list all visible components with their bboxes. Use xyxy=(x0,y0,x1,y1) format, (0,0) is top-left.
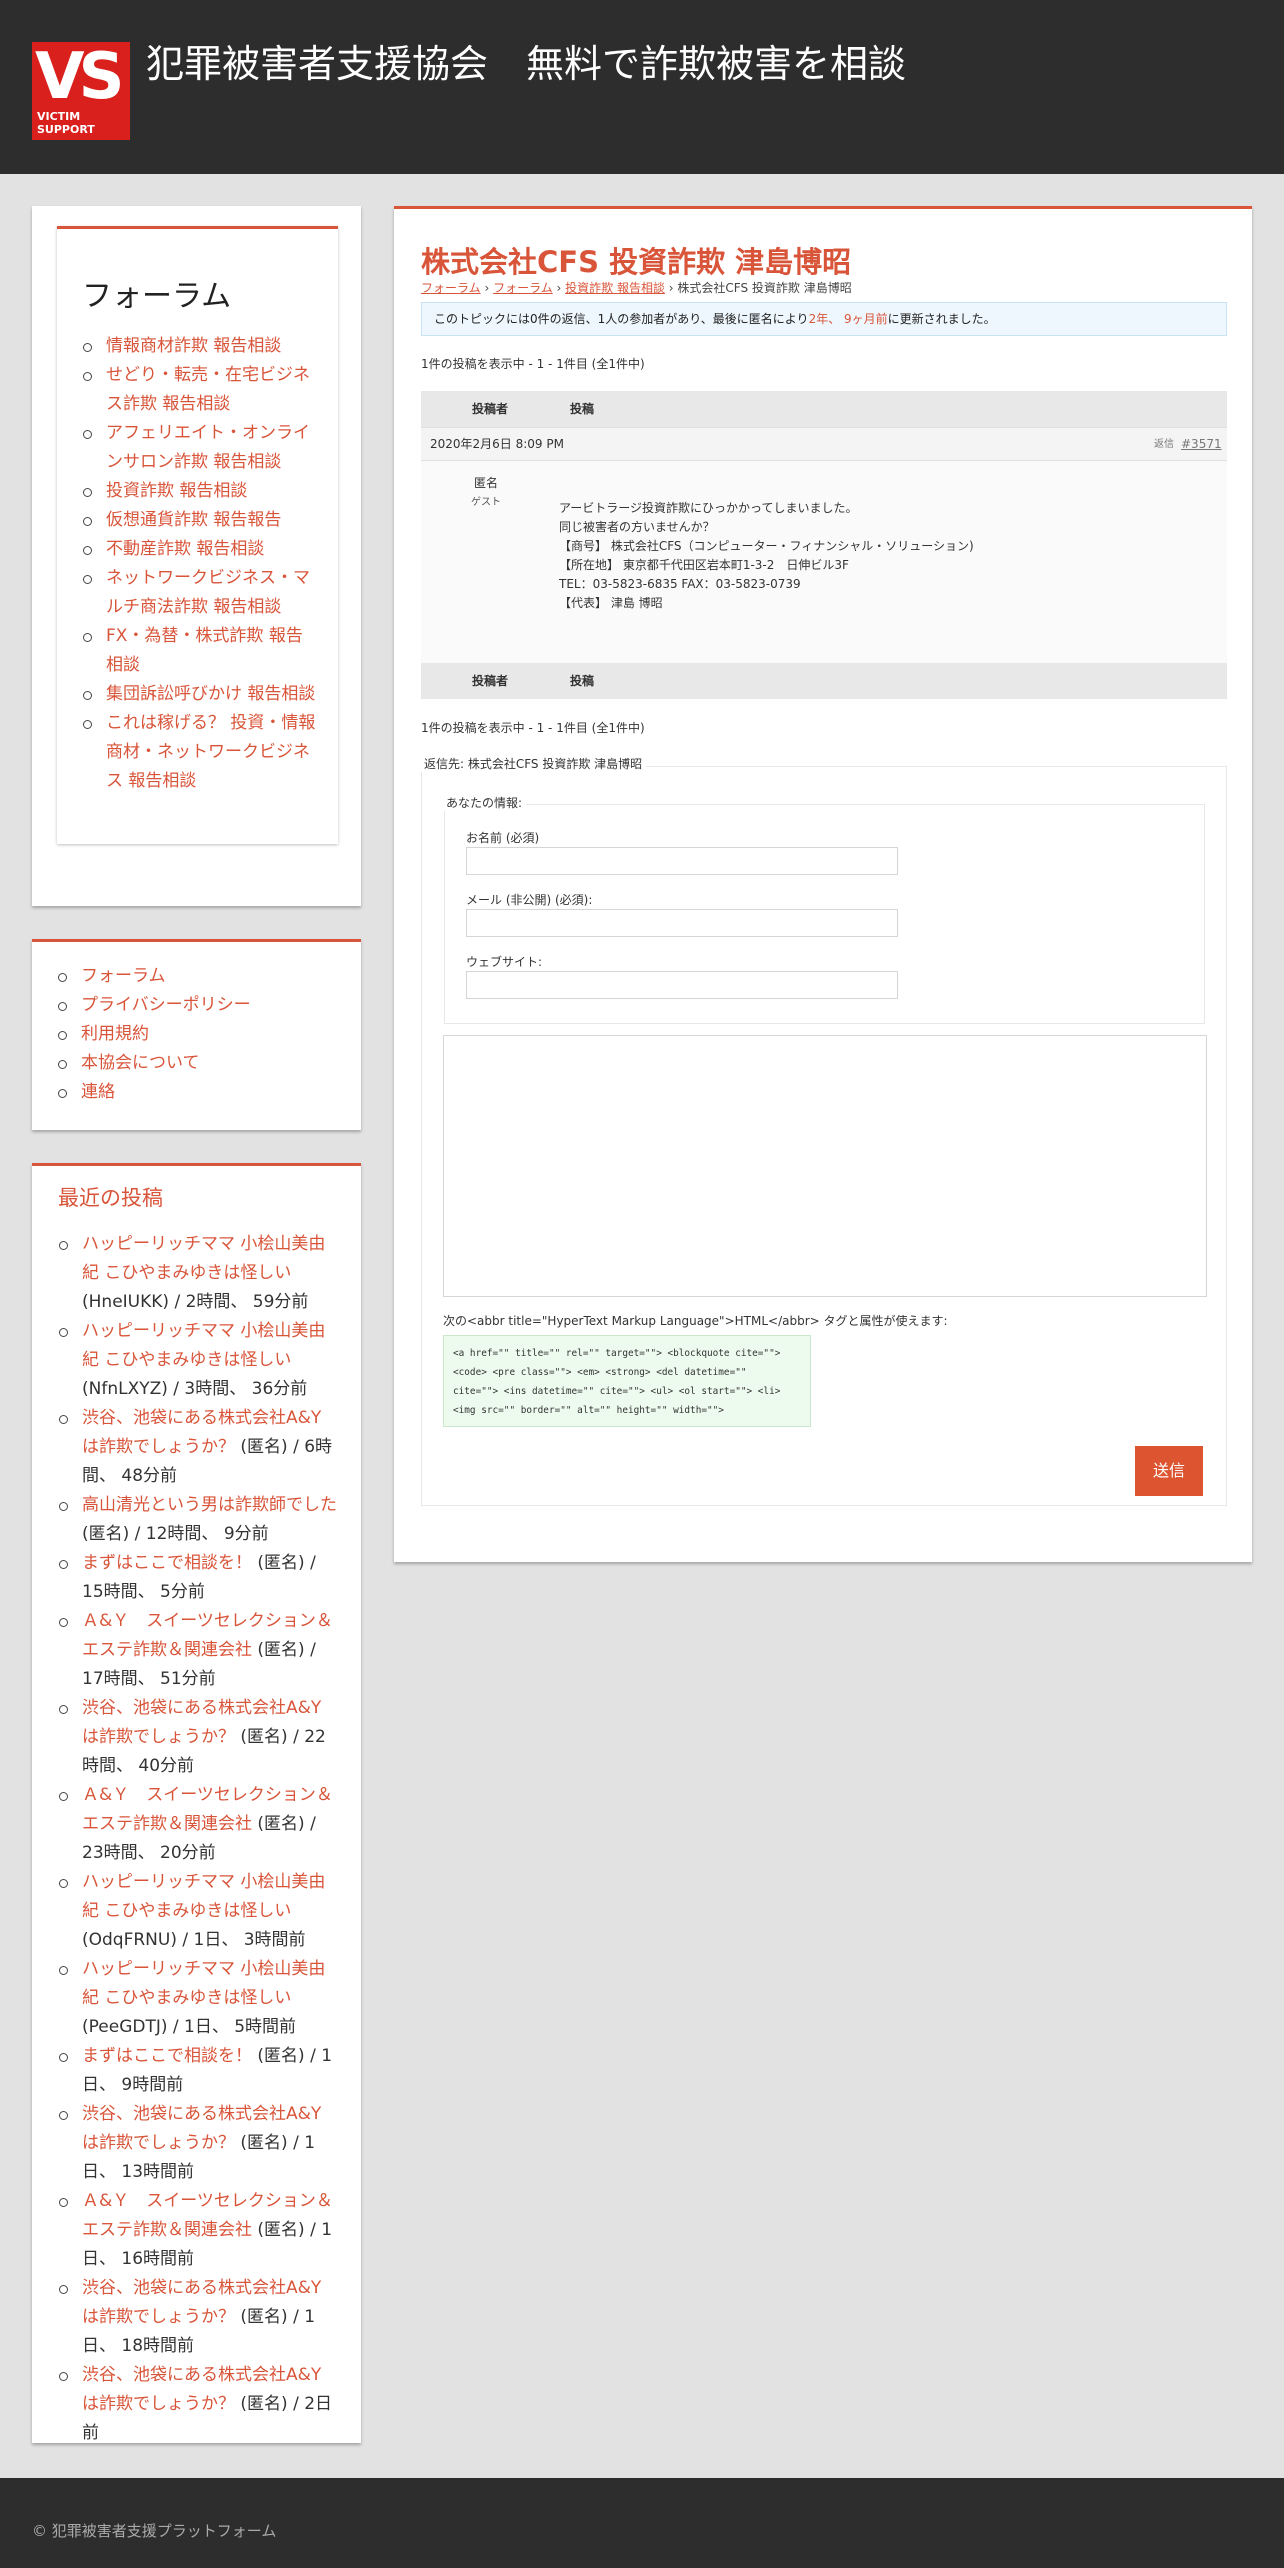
sidebar-forum-card: フォーラム 情報商材詐欺 報告相談 せどり・転売・在宅ビジネス詐欺 報告相談 ア… xyxy=(32,206,361,906)
recent-post-item: ハッピーリッチママ 小桧山美由紀 こひやまみゆきは怪しい (HneIUKK) /… xyxy=(58,1230,338,1317)
website-input[interactable] xyxy=(466,971,898,999)
sidebar-recent-card: 最近の投稿 ハッピーリッチママ 小桧山美由紀 こひやまみゆきは怪しい (HneI… xyxy=(32,1163,361,2443)
forum-list: 情報商材詐欺 報告相談 せどり・転売・在宅ビジネス詐欺 報告相談 アフェリエイト… xyxy=(82,332,317,796)
forum-list-item[interactable]: 情報商材詐欺 報告相談 xyxy=(82,332,317,361)
pagination-count-bottom: 1件の投稿を表示中 - 1 - 1件目 (全1件中) xyxy=(421,721,645,735)
reply-form-legend: 返信先: 株式会社CFS 投資詐欺 津島博昭 xyxy=(420,755,647,772)
website-label: ウェブサイト: xyxy=(466,955,543,969)
post-permalink[interactable]: #3571 xyxy=(1181,428,1222,461)
recent-post-item: 渋谷、池袋にある株式会社A&Yは詐欺でしょうか？ (匿名) / 1日、 18時間… xyxy=(58,2274,338,2361)
recent-post-link[interactable]: 高山清光という男は詐欺師でした xyxy=(82,1495,337,1515)
forum-list-item[interactable]: 投資詐欺 報告相談 xyxy=(82,477,317,506)
reply-link[interactable]: 返信 xyxy=(1154,428,1174,461)
reply-textarea[interactable] xyxy=(443,1035,1207,1297)
forum-list-item[interactable]: 仮想通貨詐欺 報告報告 xyxy=(82,506,317,535)
breadcrumb: フォーラム › フォーラム › 投資詐欺 報告相談 › 株式会社CFS 投資詐欺… xyxy=(421,281,852,295)
forum-list-item[interactable]: 集団訴訟呼びかけ 報告相談 xyxy=(82,680,317,709)
posts-table-header: 投稿者 投稿 xyxy=(421,391,1227,427)
post-body: 匿名 ゲスト アービトラージ投資詐欺にひっかかってしまいました。 同じ被害者の方… xyxy=(421,461,1227,663)
recent-post-item: Ａ&Ｙ スイーツセレクション＆エステ詐欺＆関連会社 (匿名) / 17時間、 5… xyxy=(58,1607,338,1694)
page-links-list: フォーラム プライバシーポリシー 利用規約 本協会について 連絡 xyxy=(57,962,317,1107)
recent-posts-list: ハッピーリッチママ 小桧山美由紀 こひやまみゆきは怪しい (HneIUKK) /… xyxy=(58,1230,338,2448)
your-info-legend: あなたの情報: xyxy=(442,794,527,811)
breadcrumb-link[interactable]: 投資詐欺 報告相談 xyxy=(565,281,665,295)
recent-posts-title: 最近の投稿 xyxy=(58,1186,163,1210)
post-author: 匿名 xyxy=(474,476,499,490)
topic-notice: このトピックには0件の返信、1人の参加者があり、最後に匿名により2年、 9ヶ月前… xyxy=(421,302,1227,336)
recent-post-link[interactable]: まずはここで相談を！ xyxy=(82,1553,252,1573)
recent-post-item: 渋谷、池袋にある株式会社A&Yは詐欺でしょうか？ (匿名) / 1日、 13時間… xyxy=(58,2100,338,2187)
recent-post-item: ハッピーリッチママ 小桧山美由紀 こひやまみゆきは怪しい (OdqFRNU) /… xyxy=(58,1868,338,1955)
recent-post-item: 渋谷、池袋にある株式会社A&Yは詐欺でしょうか？ (匿名) / 6時間、 48分… xyxy=(58,1404,338,1491)
recent-post-item: まずはここで相談を！ (匿名) / 1日、 9時間前 xyxy=(58,2042,338,2100)
allowed-tags-label: 次の<abbr title="HyperText Markup Language… xyxy=(443,1314,948,1328)
link-forum[interactable]: フォーラム xyxy=(57,962,317,991)
recent-post-item: ハッピーリッチママ 小桧山美由紀 こひやまみゆきは怪しい (NfnLXYZ) /… xyxy=(58,1317,338,1404)
main-topic-card: 株式会社CFS 投資詐欺 津島博昭 フォーラム › フォーラム › 投資詐欺 報… xyxy=(394,206,1252,1562)
freshness-link[interactable]: 2年、 9ヶ月前 xyxy=(809,312,888,326)
footer-copyright: © 犯罪被害者支援プラットフォーム xyxy=(32,2522,277,2540)
post-content: アービトラージ投資詐欺にひっかかってしまいました。 同じ被害者の方いませんか？ … xyxy=(559,501,974,610)
name-label: お名前 (必須) xyxy=(466,831,540,845)
forum-widget-title: フォーラム xyxy=(82,279,232,314)
post-date: 2020年2月6日 8:09 PM xyxy=(430,437,564,451)
link-about[interactable]: 本協会について xyxy=(57,1049,317,1078)
logo-text: VS xyxy=(35,40,125,114)
sidebar-links-card: フォーラム プライバシーポリシー 利用規約 本協会について 連絡 xyxy=(32,939,361,1130)
recent-post-link[interactable]: まずはここで相談を！ xyxy=(82,2046,252,2066)
recent-post-item: 高山清光という男は詐欺師でした (匿名) / 12時間、 9分前 xyxy=(58,1491,338,1549)
forum-list-item[interactable]: これは稼げる？ 投資・情報商材・ネットワークビジネス 報告相談 xyxy=(82,709,317,796)
forum-list-item[interactable]: 不動産詐欺 報告相談 xyxy=(82,535,317,564)
recent-post-item: Ａ&Ｙ スイーツセレクション＆エステ詐欺＆関連会社 (匿名) / 1日、 16時… xyxy=(58,2187,338,2274)
breadcrumb-current: 株式会社CFS 投資詐欺 津島博昭 xyxy=(677,281,852,295)
recent-post-item: まずはここで相談を！ (匿名) / 15時間、 5分前 xyxy=(58,1549,338,1607)
forum-list-item[interactable]: FX・為替・株式詐欺 報告相談 xyxy=(82,622,317,680)
email-label: メール (非公開) (必須): xyxy=(466,893,593,907)
breadcrumb-link[interactable]: フォーラム xyxy=(493,281,553,295)
forum-list-item[interactable]: アフェリエイト・オンラインサロン詐欺 報告相談 xyxy=(82,419,317,477)
forum-list-item[interactable]: せどり・転売・在宅ビジネス詐欺 報告相談 xyxy=(82,361,317,419)
site-footer: © 犯罪被害者支援プラットフォーム xyxy=(0,2478,1284,2568)
site-title[interactable]: 犯罪被害者支援協会 無料で詐欺被害を相談 xyxy=(146,38,906,90)
link-privacy-policy[interactable]: プライバシーポリシー xyxy=(57,991,317,1020)
recent-post-link[interactable]: ハッピーリッチママ 小桧山美由紀 こひやまみゆきは怪しい xyxy=(82,1959,325,2008)
posts-table-footer: 投稿者 投稿 xyxy=(421,663,1227,699)
topic-title: 株式会社CFS 投資詐欺 津島博昭 xyxy=(421,245,852,279)
link-terms[interactable]: 利用規約 xyxy=(57,1020,317,1049)
recent-post-link[interactable]: ハッピーリッチママ 小桧山美由紀 こひやまみゆきは怪しい xyxy=(82,1321,325,1370)
recent-post-item: 渋谷、池袋にある株式会社A&Yは詐欺でしょうか？ (匿名) / 2日前 xyxy=(58,2361,338,2448)
recent-post-link[interactable]: ハッピーリッチママ 小桧山美由紀 こひやまみゆきは怪しい xyxy=(82,1234,325,1283)
recent-post-link[interactable]: ハッピーリッチママ 小桧山美由紀 こひやまみゆきは怪しい xyxy=(82,1872,325,1921)
submit-button[interactable]: 送信 xyxy=(1135,1446,1203,1496)
link-contact[interactable]: 連絡 xyxy=(57,1078,317,1107)
name-input[interactable] xyxy=(466,847,898,875)
post-meta-bar: 2020年2月6日 8:09 PM 返信 #3571 xyxy=(421,427,1227,461)
recent-post-item: ハッピーリッチママ 小桧山美由紀 こひやまみゆきは怪しい (PeeGDTJ) /… xyxy=(58,1955,338,2042)
allowed-tags-code: <a href="" title="" rel="" target=""> <b… xyxy=(443,1335,811,1427)
forum-list-item[interactable]: ネットワークビジネス・マルチ商法詐欺 報告相談 xyxy=(82,564,317,622)
forum-widget: フォーラム 情報商材詐欺 報告相談 せどり・転売・在宅ビジネス詐欺 報告相談 ア… xyxy=(57,226,338,844)
breadcrumb-link[interactable]: フォーラム xyxy=(421,281,481,295)
email-input[interactable] xyxy=(466,909,898,937)
recent-post-item: 渋谷、池袋にある株式会社A&Yは詐欺でしょうか？ (匿名) / 22時間、 40… xyxy=(58,1694,338,1781)
site-logo[interactable]: VS VICTIM SUPPORT xyxy=(32,42,130,140)
recent-post-item: Ａ&Ｙ スイーツセレクション＆エステ詐欺＆関連会社 (匿名) / 23時間、 2… xyxy=(58,1781,338,1868)
pagination-count-top: 1件の投稿を表示中 - 1 - 1件目 (全1件中) xyxy=(421,357,645,371)
post-author-role: ゲスト xyxy=(471,497,501,508)
site-header: VS VICTIM SUPPORT 犯罪被害者支援協会 無料で詐欺被害を相談 xyxy=(0,0,1284,174)
logo-subtext: VICTIM SUPPORT xyxy=(37,110,95,136)
